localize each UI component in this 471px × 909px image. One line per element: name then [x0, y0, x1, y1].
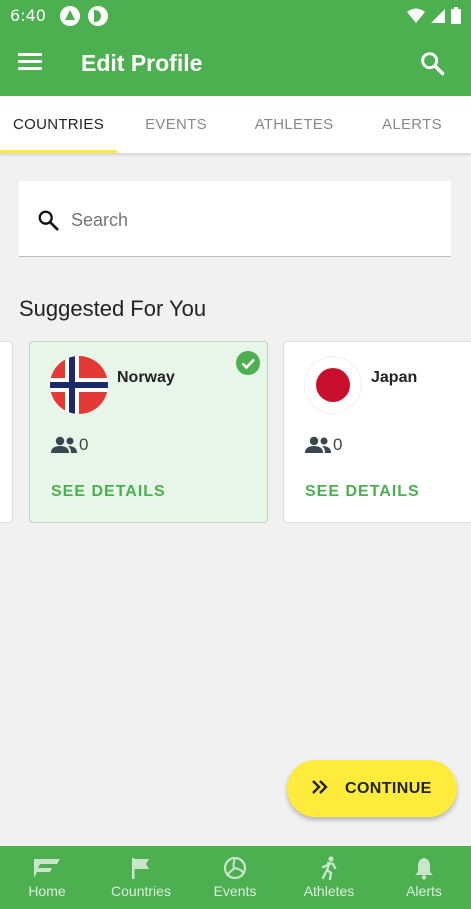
wifi-icon: [407, 8, 425, 23]
tab-countries[interactable]: COUNTRIES: [0, 96, 117, 153]
search-icon[interactable]: [418, 49, 446, 77]
see-details-link[interactable]: SEE DETAILS: [305, 483, 420, 501]
signal-icon: [431, 8, 445, 23]
see-details-link[interactable]: SEE DETAILS: [51, 483, 166, 501]
japan-flag-icon: [304, 356, 362, 414]
people-icon: [305, 436, 331, 453]
app-notification-icon: [87, 5, 108, 26]
followers-value: 0: [333, 435, 343, 454]
volleyball-icon: [223, 856, 247, 880]
nav-events[interactable]: Events: [188, 846, 282, 909]
menu-icon[interactable]: [18, 53, 42, 73]
nav-label: Home: [28, 883, 66, 899]
search-box: [19, 181, 451, 257]
runner-icon: [321, 856, 337, 880]
country-card-partial[interactable]: [0, 341, 13, 523]
nav-athletes[interactable]: Athletes: [282, 846, 376, 909]
double-chevron-right-icon: [312, 780, 328, 794]
page-title: Edit Profile: [81, 50, 203, 76]
nav-countries[interactable]: Countries: [94, 846, 188, 909]
app-bar: Edit Profile: [0, 31, 471, 96]
nav-label: Alerts: [406, 883, 442, 899]
nav-label: Athletes: [303, 883, 355, 899]
bottom-navigation: Home Countries Events Athletes Alerts: [0, 846, 471, 909]
tab-events[interactable]: EVENTS: [117, 96, 235, 153]
country-name: Japan: [371, 369, 418, 386]
norway-flag-icon: [50, 356, 108, 414]
followers-value: 0: [79, 435, 89, 454]
check-circle-icon: [236, 351, 260, 375]
flag-icon: [132, 858, 149, 879]
tab-alerts[interactable]: ALERTS: [353, 96, 471, 153]
nav-label: Events: [213, 883, 257, 899]
search-icon: [38, 210, 59, 231]
nav-home[interactable]: Home: [0, 846, 94, 909]
continue-button[interactable]: CONTINUE: [287, 760, 457, 817]
bell-icon: [415, 858, 433, 880]
followers-count: 0: [51, 435, 88, 455]
nav-label: Countries: [111, 883, 171, 899]
tab-athletes[interactable]: ATHLETES: [235, 96, 353, 153]
country-name: Norway: [117, 369, 175, 386]
search-input[interactable]: [71, 205, 421, 235]
section-title: Suggested For You: [19, 296, 207, 321]
app-notification-icon: [59, 5, 80, 26]
followers-count: 0: [305, 435, 342, 455]
status-time: 6:40: [10, 6, 46, 25]
home-logo-icon: [34, 859, 60, 878]
nav-alerts[interactable]: Alerts: [377, 846, 471, 909]
continue-label: CONTINUE: [345, 780, 432, 797]
battery-icon: [451, 7, 461, 24]
country-card-norway[interactable]: Norway 0 SEE DETAILS: [29, 341, 268, 523]
status-bar: 6:40: [0, 0, 471, 31]
people-icon: [51, 436, 77, 453]
country-card-japan[interactable]: Japan 0 SEE DETAILS: [283, 341, 471, 523]
tab-bar: COUNTRIES EVENTS ATHLETES ALERTS: [0, 96, 471, 153]
